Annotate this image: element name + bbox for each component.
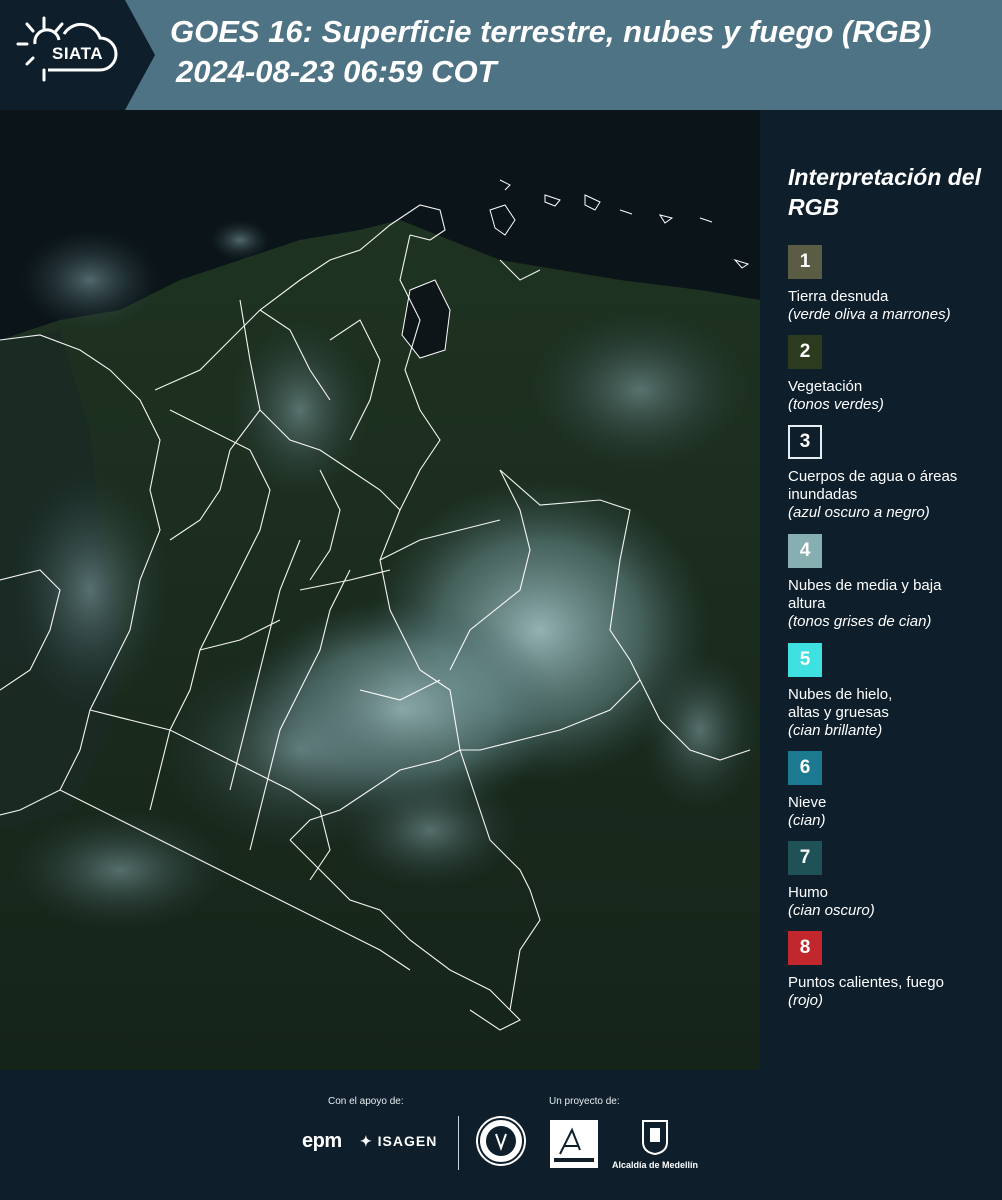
legend-item-fire: 8 Puntos calientes, fuego (rojo) — [788, 931, 998, 1010]
legend-swatch: 2 — [788, 335, 822, 369]
legend-item-desc: (cian) — [788, 812, 826, 829]
legend-item-desc: (verde oliva a marrones) — [788, 306, 951, 323]
alcaldia-text: Alcaldía de Medellín — [612, 1160, 699, 1170]
legend-item-vegetation: 2 Vegetación (tonos verdes) — [788, 335, 998, 414]
legend-item-label: Nieve — [788, 794, 827, 811]
footer-divider — [458, 1116, 459, 1170]
legend-item-bare-soil: 1 Tierra desnuda (verde oliva a marrones… — [788, 245, 998, 324]
satellite-image — [0, 110, 760, 1070]
legend-swatch: 7 — [788, 841, 822, 875]
rgb-legend: Interpretación del RGB 1 Tierra desnuda … — [762, 110, 1002, 1070]
isagen-text: ISAGEN — [377, 1133, 438, 1149]
medellin-university-seal-icon — [476, 1116, 526, 1166]
legend-item-desc: (cian brillante) — [788, 722, 883, 739]
legend-item-desc: (rojo) — [788, 992, 824, 1009]
legend-swatch: 8 — [788, 931, 822, 965]
legend-swatch: 6 — [788, 751, 822, 785]
legend-item-label: Tierra desnuda — [788, 288, 889, 305]
legend-item-desc: (azul oscuro a negro) — [788, 504, 930, 521]
legend-item-label: Vegetación — [788, 378, 863, 395]
legend-item-label: Nubes de media y baja altura — [788, 577, 942, 612]
legend-item-smoke: 7 Humo (cian oscuro) — [788, 841, 998, 920]
siata-logo-text: SIATA — [52, 44, 103, 63]
legend-swatch: 1 — [788, 245, 822, 279]
legend-title: Interpretación del RGB — [788, 164, 981, 220]
legend-swatch: 3 — [788, 425, 822, 459]
page-title: GOES 16: Superficie terrestre, nubes y f… — [170, 14, 932, 49]
isagen-icon: ✦ — [360, 1133, 373, 1149]
alcaldia-shield-icon — [640, 1118, 670, 1156]
header-bar: SIATA GOES 16: Superficie terrestre, nub… — [0, 0, 1002, 110]
satellite-map[interactable] — [0, 110, 760, 1070]
legend-item-label: Cuerpos de agua o áreas inundadas — [788, 468, 958, 503]
page-timestamp: 2024-08-23 06:59 COT — [176, 54, 497, 89]
support-label: Con el apoyo de: — [328, 1096, 404, 1107]
legend-item-label: Puntos calientes, fuego — [788, 974, 944, 991]
legend-item-label: Nubes de hielo, altas y gruesas — [788, 686, 893, 721]
area-metropolitana-logo — [550, 1120, 598, 1168]
legend-item-desc: (tonos verdes) — [788, 396, 884, 413]
legend-item-mid-low-clouds: 4 Nubes de media y baja altura (tonos gr… — [788, 534, 998, 631]
legend-item-snow: 6 Nieve (cian) — [788, 751, 998, 830]
legend-swatch: 5 — [788, 643, 822, 677]
isagen-logo: ✦ ISAGEN — [360, 1133, 437, 1150]
legend-item-ice-clouds: 5 Nubes de hielo, altas y gruesas (cian … — [788, 643, 998, 740]
project-label: Un proyecto de: — [549, 1096, 620, 1107]
legend-item-label: Humo — [788, 884, 829, 901]
epm-logo: epm — [302, 1130, 342, 1152]
footer-sponsors: Con el apoyo de: Un proyecto de: epm ✦ I… — [0, 1070, 1002, 1200]
siata-logo: SIATA — [0, 0, 155, 110]
legend-item-water: 3 Cuerpos de agua o áreas inundadas (azu… — [788, 425, 998, 522]
legend-item-desc: (tonos grises de cian) — [788, 613, 932, 630]
legend-item-desc: (cian oscuro) — [788, 902, 875, 919]
legend-swatch: 4 — [788, 534, 822, 568]
